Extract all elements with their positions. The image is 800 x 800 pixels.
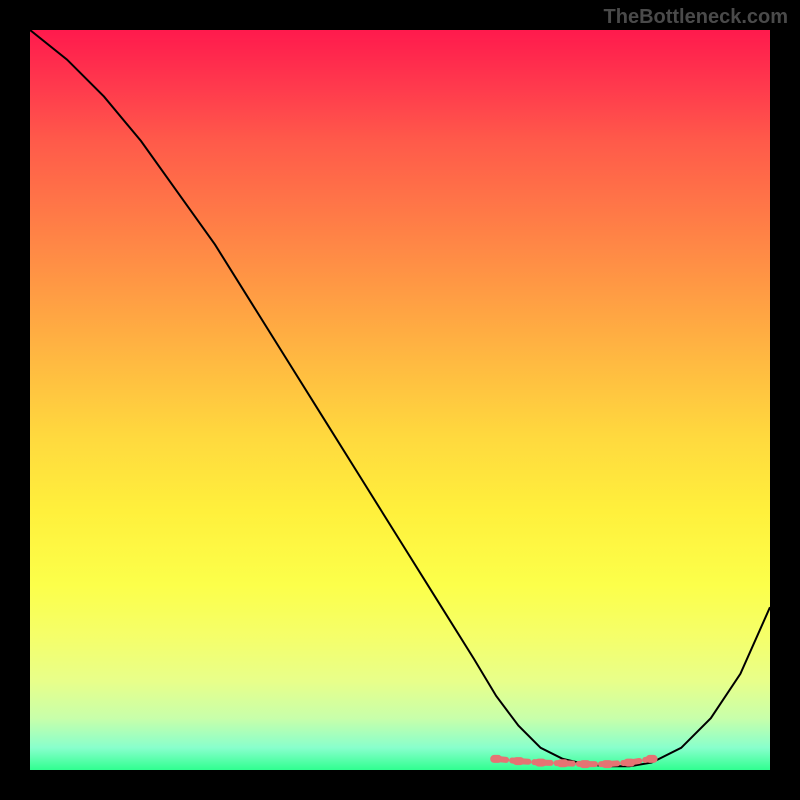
marker-dot xyxy=(623,759,635,767)
main-curve-line xyxy=(30,30,770,766)
watermark-text: TheBottleneck.com xyxy=(604,6,788,29)
marker-dot xyxy=(579,760,591,768)
marker-dot xyxy=(646,755,658,763)
dotted-markers xyxy=(490,755,657,768)
marker-dot xyxy=(512,757,524,765)
marker-dot xyxy=(601,760,613,768)
bottleneck-curve-chart xyxy=(30,30,770,770)
marker-dot xyxy=(557,759,569,767)
marker-dot xyxy=(490,755,502,763)
marker-dot xyxy=(535,759,547,767)
